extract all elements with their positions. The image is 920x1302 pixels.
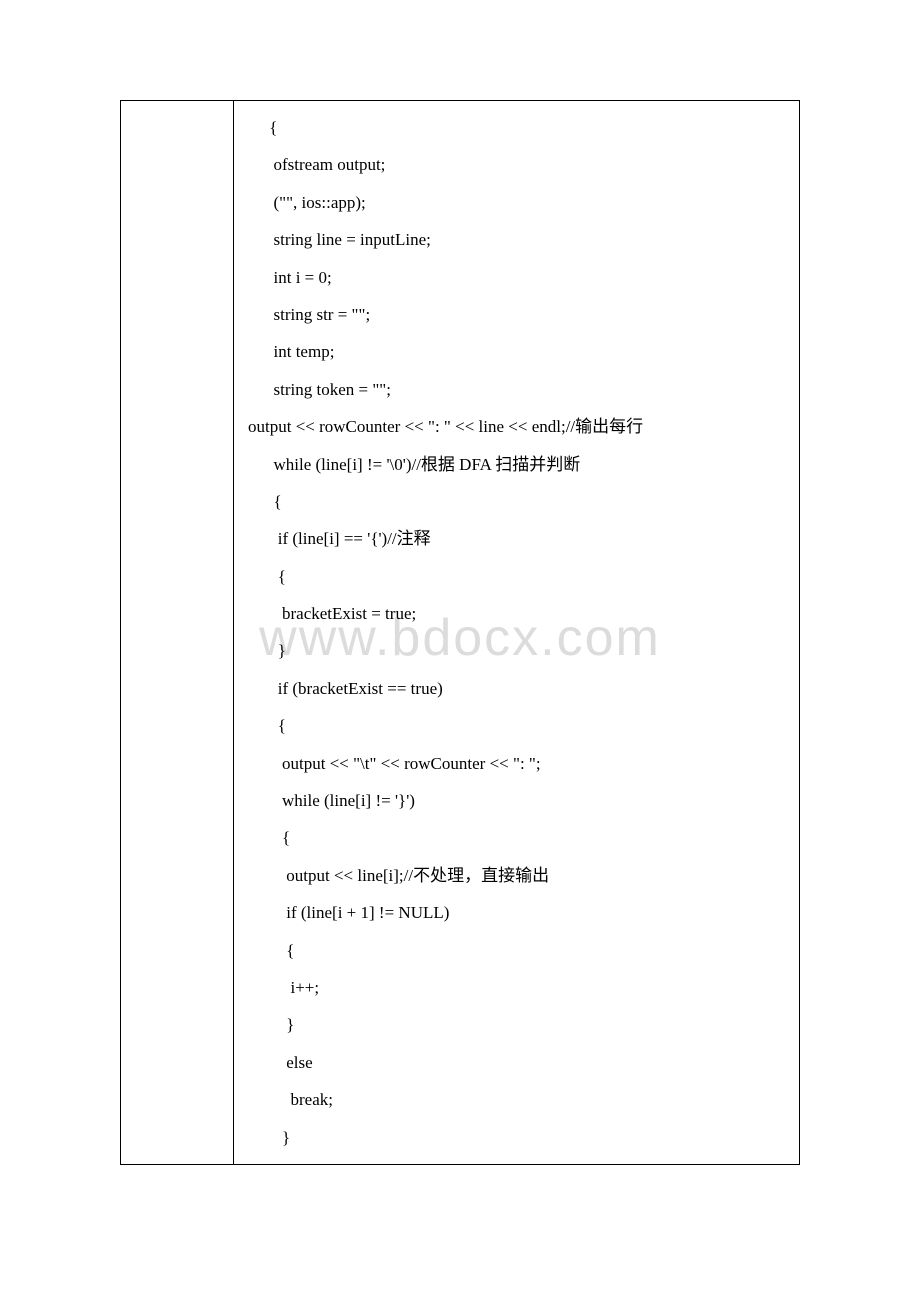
code-line: while (line[i] != '}') [248,782,785,819]
content-area: { ofstream output; ("", ios::app); strin… [120,100,800,1165]
code-line: string token = ""; [248,371,785,408]
code-line: } [248,1006,785,1043]
code-cell: { ofstream output; ("", ios::app); strin… [234,101,800,1165]
code-line: { [248,819,785,856]
code-line: } [248,632,785,669]
code-table: { ofstream output; ("", ios::app); strin… [120,100,800,1165]
code-line: output << line[i];//不处理，直接输出 [248,857,785,894]
code-line: string str = ""; [248,296,785,333]
code-line: { [248,109,785,146]
code-line: else [248,1044,785,1081]
code-line: ("", ios::app); [248,184,785,221]
code-line: bracketExist = true; [248,595,785,632]
code-line: string line = inputLine; [248,221,785,258]
code-line: if (line[i + 1] != NULL) [248,894,785,931]
code-line: if (bracketExist == true) [248,670,785,707]
table-row: { ofstream output; ("", ios::app); strin… [121,101,800,1165]
code-line: int temp; [248,333,785,370]
code-line: while (line[i] != '\0')//根据 DFA 扫描并判断 [248,446,785,483]
code-line: break; [248,1081,785,1118]
code-line: output << rowCounter << ": " << line << … [248,408,785,445]
left-column [121,101,234,1165]
code-line: int i = 0; [248,259,785,296]
document-page: www.bdocx.com { ofstream output; ("", io… [0,0,920,1302]
code-line: output << "\t" << rowCounter << ": "; [248,745,785,782]
code-line: { [248,483,785,520]
code-line: i++; [248,969,785,1006]
code-line: { [248,707,785,744]
code-line: { [248,932,785,969]
code-line: ofstream output; [248,146,785,183]
code-line: if (line[i] == '{')//注释 [248,520,785,557]
code-line: { [248,558,785,595]
code-line: } [248,1119,785,1156]
